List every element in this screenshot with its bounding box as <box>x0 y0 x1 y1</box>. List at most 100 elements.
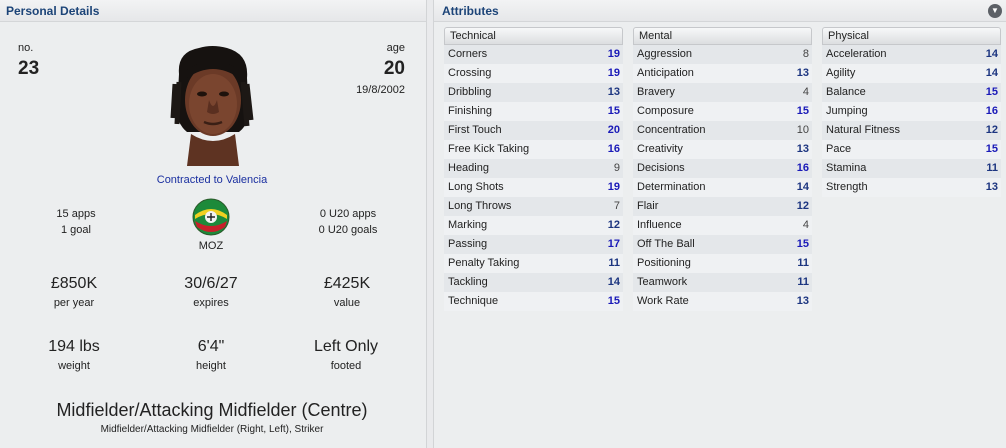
column-heading[interactable]: Mental <box>633 27 812 45</box>
chevron-down-icon[interactable]: ▼ <box>988 4 1002 18</box>
attribute-value: 15 <box>607 295 620 307</box>
attribute-row[interactable]: Tackling 14 <box>444 273 623 292</box>
attribute-name: Positioning <box>637 257 691 269</box>
attribute-value: 16 <box>985 105 998 117</box>
attribute-value: 13 <box>607 86 620 98</box>
attribute-value: 8 <box>802 48 809 60</box>
attribute-row[interactable]: Determination 14 <box>633 178 812 197</box>
attribute-row[interactable]: Influence 4 <box>633 216 812 235</box>
column-heading[interactable]: Physical <box>822 27 1001 45</box>
attribute-name: Agility <box>826 67 856 79</box>
attribute-row[interactable]: Positioning 11 <box>633 254 812 273</box>
attribute-row[interactable]: Work Rate 13 <box>633 292 812 311</box>
attribute-row[interactable]: Agility 14 <box>822 64 1001 83</box>
attribute-name: Long Throws <box>448 200 512 212</box>
attribute-value: 16 <box>796 162 809 174</box>
attribute-row[interactable]: Technique 15 <box>444 292 623 311</box>
attribute-row[interactable]: Acceleration 14 <box>822 45 1001 64</box>
attribute-row[interactable]: Marking 12 <box>444 216 623 235</box>
attribute-row[interactable]: Off The Ball 15 <box>633 235 812 254</box>
attribute-value: 16 <box>607 143 620 155</box>
attribute-row[interactable]: Finishing 15 <box>444 102 623 121</box>
attribute-row[interactable]: Balance 15 <box>822 83 1001 102</box>
attribute-row[interactable]: Passing 17 <box>444 235 623 254</box>
attribute-value: 19 <box>607 181 620 193</box>
attribute-name: Strength <box>826 181 868 193</box>
attribute-row[interactable]: Strength 13 <box>822 178 1001 197</box>
age-label: age <box>386 42 405 54</box>
attribute-value: 20 <box>607 124 620 136</box>
attribute-value: 15 <box>796 105 809 117</box>
u20-goals: 0 U20 goals <box>318 224 378 236</box>
position-secondary: Midfielder/Attacking Midfielder (Right, … <box>100 424 324 435</box>
attribute-value: 13 <box>985 181 998 193</box>
weight-value: 194 lbs <box>48 338 100 355</box>
attribute-row[interactable]: Corners 19 <box>444 45 623 64</box>
squad-number-label: no. <box>18 42 34 54</box>
attribute-value: 11 <box>986 162 998 174</box>
date-of-birth: 19/8/2002 <box>356 84 405 96</box>
attribute-name: Creativity <box>637 143 683 155</box>
contract-status[interactable]: Contracted to Valencia <box>112 174 312 186</box>
attr-column-physical: Physical Acceleration 14 Agility 14 Balance 1… <box>822 27 1001 197</box>
preferred-foot-value: Left Only <box>313 338 379 355</box>
attribute-row[interactable]: Concentration 10 <box>633 121 812 140</box>
attribute-name: Balance <box>826 86 866 98</box>
age-value: 20 <box>383 58 405 79</box>
attribute-value: 4 <box>802 86 809 98</box>
attribute-name: Crossing <box>448 67 492 79</box>
column-heading[interactable]: Technical <box>444 27 623 45</box>
attribute-row[interactable]: Crossing 19 <box>444 64 623 83</box>
attribute-row[interactable]: Jumping 16 <box>822 102 1001 121</box>
attribute-row[interactable]: Flair 12 <box>633 197 812 216</box>
attribute-row[interactable]: Natural Fitness 12 <box>822 121 1001 140</box>
attribute-value: 15 <box>796 238 809 250</box>
attribute-value: 11 <box>608 257 620 269</box>
attribute-name: Finishing <box>448 105 493 117</box>
wage-value: £850K <box>50 275 98 292</box>
attribute-name: Passing <box>448 238 488 250</box>
attribute-row[interactable]: Penalty Taking 11 <box>444 254 623 273</box>
attribute-name: Acceleration <box>826 48 887 60</box>
attribute-row[interactable]: Pace 15 <box>822 140 1001 159</box>
attribute-row[interactable]: Heading 9 <box>444 159 623 178</box>
attribute-row[interactable]: Long Shots 19 <box>444 178 623 197</box>
attribute-value: 15 <box>985 143 998 155</box>
squad-number-value: 23 <box>18 58 40 79</box>
attribute-name: Flair <box>637 200 659 212</box>
attribute-name: Anticipation <box>637 67 694 79</box>
attribute-row[interactable]: Stamina 11 <box>822 159 1001 178</box>
attribute-row[interactable]: Composure 15 <box>633 102 812 121</box>
attribute-name: Natural Fitness <box>826 124 900 136</box>
attribute-row[interactable]: Bravery 4 <box>633 83 812 102</box>
u20-apps: 0 U20 apps <box>319 208 377 220</box>
attr-column-mental: Mental Aggression 8 Anticipation 13 Bravery 4… <box>633 27 812 311</box>
attribute-value: 13 <box>796 143 809 155</box>
mozambique-flag-icon[interactable] <box>191 197 231 241</box>
attribute-row[interactable]: Free Kick Taking 16 <box>444 140 623 159</box>
attribute-name: Stamina <box>826 162 867 174</box>
attribute-name: First Touch <box>448 124 502 136</box>
attribute-row[interactable]: Creativity 13 <box>633 140 812 159</box>
nation-code[interactable]: MOZ <box>191 240 231 252</box>
personal-details-title: Personal Details <box>0 0 426 22</box>
attribute-row[interactable]: Teamwork 11 <box>633 273 812 292</box>
transfer-value: £425K <box>323 275 371 292</box>
personal-details-panel: Personal Details no. 23 age 20 19/8/2002… <box>0 0 427 448</box>
attribute-value: 14 <box>607 276 620 288</box>
attribute-name: Teamwork <box>637 276 688 288</box>
club-apps: 15 apps <box>56 208 96 220</box>
attribute-row[interactable]: Dribbling 13 <box>444 83 623 102</box>
weight-label: weight <box>58 360 90 372</box>
attribute-row[interactable]: Decisions 16 <box>633 159 812 178</box>
attribute-row[interactable]: Long Throws 7 <box>444 197 623 216</box>
attribute-name: Dribbling <box>448 86 492 98</box>
player-portrait <box>170 46 254 166</box>
attribute-row[interactable]: Aggression 8 <box>633 45 812 64</box>
attribute-value: 14 <box>985 67 998 79</box>
attribute-row[interactable]: Anticipation 13 <box>633 64 812 83</box>
attribute-value: 11 <box>797 257 809 269</box>
attribute-row[interactable]: First Touch 20 <box>444 121 623 140</box>
attribute-value: 15 <box>985 86 998 98</box>
attribute-value: 4 <box>802 219 809 231</box>
